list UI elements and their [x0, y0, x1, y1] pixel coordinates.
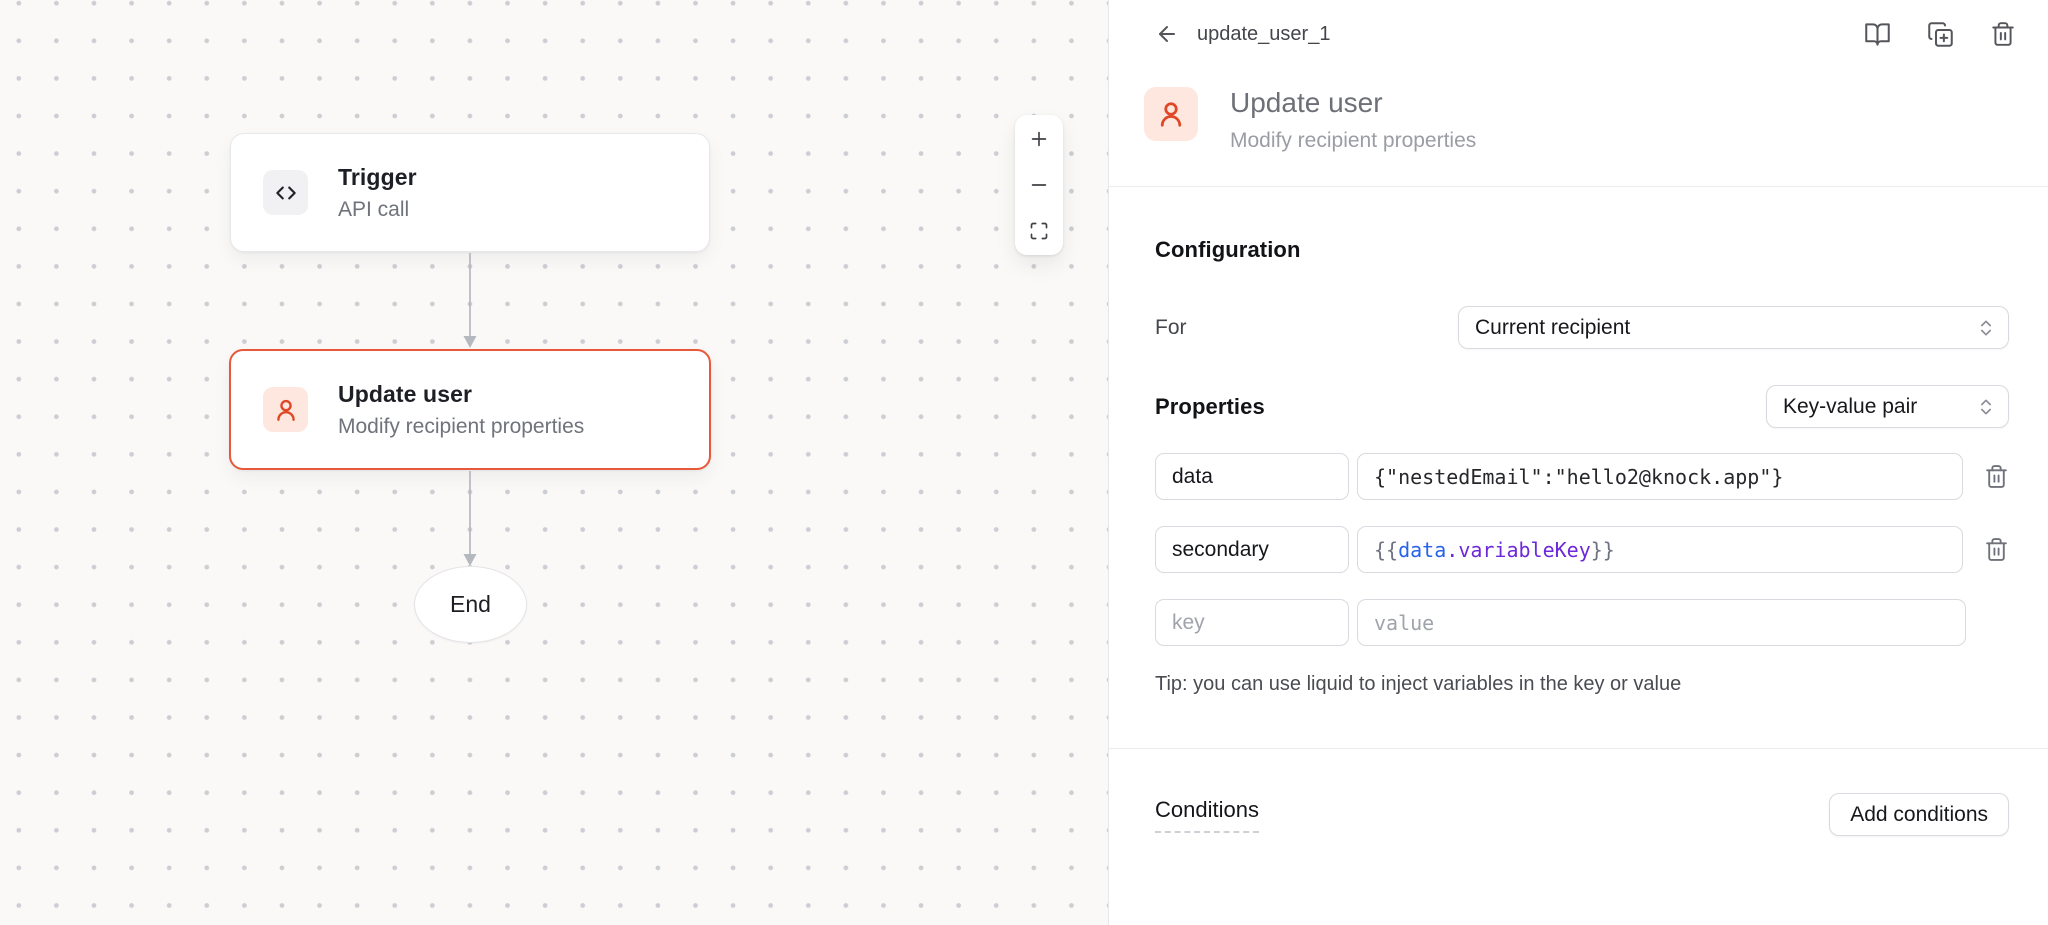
step-detail-panel: update_user_1 Update user Modify recipie… — [1108, 0, 2048, 925]
step-title-block: Update user Modify recipient properties — [1109, 87, 2048, 153]
properties-type-select[interactable]: Key-value pair — [1766, 385, 2009, 428]
duplicate-step-button[interactable] — [1927, 21, 1954, 48]
for-select[interactable]: Current recipient — [1458, 306, 2009, 349]
conditions-heading: Conditions — [1155, 797, 1259, 833]
step-title: Update user — [1230, 87, 1476, 119]
chevrons-up-down-icon — [1976, 397, 1996, 417]
for-select-value: Current recipient — [1475, 316, 1630, 340]
delete-icon — [1984, 464, 2009, 489]
liquid-close-token: }} — [1591, 538, 1615, 562]
configuration-heading: Configuration — [1155, 237, 2009, 263]
update-user-node-subtitle: Modify recipient properties — [338, 415, 584, 439]
duplicate-icon — [1927, 21, 1954, 48]
trigger-node-text: Trigger API call — [338, 164, 417, 222]
connector-trigger-update — [460, 253, 480, 349]
back-button[interactable] — [1151, 18, 1183, 50]
trigger-node-title: Trigger — [338, 164, 417, 191]
plus-icon — [1028, 128, 1050, 150]
properties-heading: Properties — [1155, 394, 1265, 420]
liquid-open-token: {{ — [1374, 538, 1398, 562]
step-name: update_user_1 — [1197, 23, 1330, 46]
configuration-section: Configuration For Current recipient Prop… — [1109, 237, 2048, 696]
workflow-canvas[interactable]: Trigger API call Update user Modify reci… — [0, 0, 1108, 925]
kv-row-data — [1155, 453, 2009, 500]
panel-header: update_user_1 — [1109, 0, 2048, 68]
for-label: For — [1155, 316, 1187, 340]
delete-icon — [1990, 21, 2016, 48]
fit-view-icon — [1029, 221, 1049, 241]
update-user-node[interactable]: Update user Modify recipient properties — [229, 349, 711, 470]
user-icon — [263, 387, 308, 432]
kv-value-input[interactable] — [1357, 453, 1963, 500]
trigger-node[interactable]: Trigger API call — [230, 133, 710, 252]
canvas-zoom-controls — [1015, 115, 1063, 255]
step-title-text: Update user Modify recipient properties — [1230, 87, 1476, 153]
fit-view-button[interactable] — [1015, 209, 1063, 253]
delete-step-button[interactable] — [1990, 21, 2016, 48]
docs-button[interactable] — [1864, 21, 1891, 48]
code-icon — [263, 170, 308, 215]
kv-key-input[interactable] — [1155, 453, 1349, 500]
end-node[interactable]: End — [414, 566, 527, 643]
liquid-object-token: data — [1398, 538, 1446, 562]
kv-key-input[interactable] — [1155, 599, 1349, 646]
conditions-section: Conditions Add conditions — [1109, 793, 2048, 836]
properties-type-value: Key-value pair — [1783, 395, 1917, 419]
update-user-node-text: Update user Modify recipient properties — [338, 381, 584, 439]
kv-delete-button[interactable] — [1984, 537, 2009, 562]
divider — [1109, 186, 2048, 187]
kv-delete-button[interactable] — [1984, 464, 2009, 489]
conditions-row: Conditions Add conditions — [1155, 793, 2009, 836]
delete-icon — [1984, 537, 2009, 562]
kv-value-liquid-input[interactable]: {{data.variableKey}} — [1357, 526, 1963, 573]
trigger-node-subtitle: API call — [338, 198, 417, 222]
zoom-in-button[interactable] — [1015, 117, 1063, 161]
end-node-label: End — [450, 591, 491, 618]
header-actions — [1864, 21, 2016, 48]
update-user-node-title: Update user — [338, 381, 584, 408]
docs-book-icon — [1864, 21, 1891, 48]
kv-row-secondary: {{data.variableKey}} — [1155, 526, 2009, 573]
arrow-left-icon — [1155, 22, 1179, 46]
kv-row-empty — [1155, 599, 2009, 646]
zoom-out-button[interactable] — [1015, 163, 1063, 207]
liquid-dot-token: . — [1446, 538, 1458, 562]
chevrons-up-down-icon — [1976, 318, 1996, 338]
for-field-row: For Current recipient — [1155, 306, 2009, 349]
add-conditions-button[interactable]: Add conditions — [1829, 793, 2009, 836]
liquid-property-token: variableKey — [1458, 538, 1590, 562]
kv-value-input[interactable] — [1357, 599, 1966, 646]
minus-icon — [1028, 174, 1050, 196]
properties-field-row: Properties Key-value pair — [1155, 385, 2009, 428]
user-icon — [1144, 87, 1198, 141]
kv-key-input[interactable] — [1155, 526, 1349, 573]
connector-update-end — [460, 471, 480, 567]
step-subtitle: Modify recipient properties — [1230, 129, 1476, 153]
divider — [1109, 748, 2048, 749]
liquid-tip-text: Tip: you can use liquid to inject variab… — [1155, 673, 2009, 696]
